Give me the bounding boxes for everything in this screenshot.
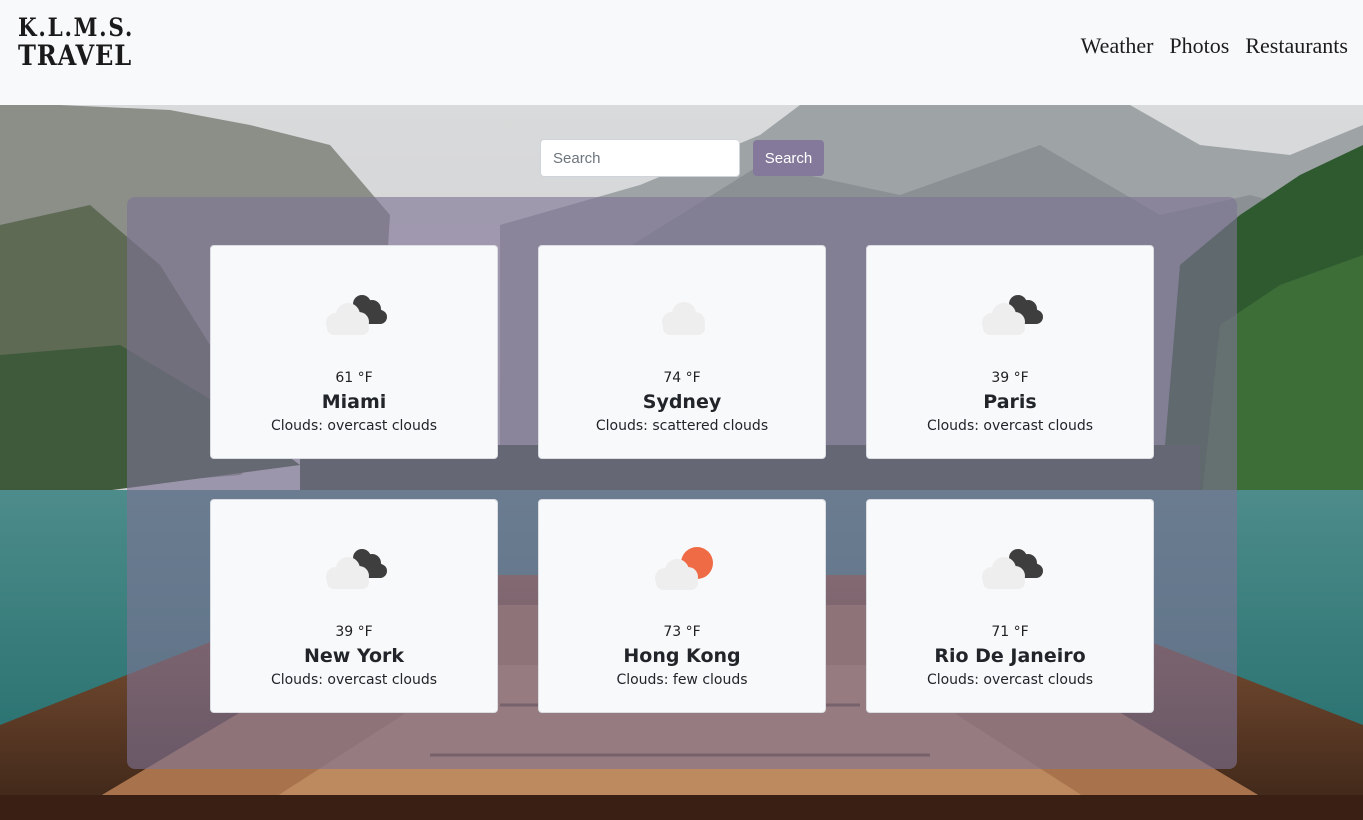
main-nav: Weather Photos Restaurants: [1081, 33, 1348, 59]
weather-panel: 61 °F Miami Clouds: overcast clouds 74 °…: [127, 197, 1237, 769]
nav-photos[interactable]: Photos: [1169, 33, 1229, 59]
card-description: Clouds: overcast clouds: [270, 672, 438, 688]
overcast-clouds-icon: [319, 545, 393, 595]
card-description: Clouds: scattered clouds: [595, 418, 769, 434]
card-city: Miami: [321, 391, 387, 413]
weather-card-paris[interactable]: 39 °F Paris Clouds: overcast clouds: [866, 245, 1154, 459]
navbar: K.L.M.S. TRAVEL Weather Photos Restauran…: [0, 0, 1363, 105]
weather-card-sydney[interactable]: 74 °F Sydney Clouds: scattered clouds: [538, 245, 826, 459]
card-city: Paris: [983, 391, 1037, 413]
card-description: Clouds: overcast clouds: [926, 672, 1094, 688]
nav-restaurants[interactable]: Restaurants: [1245, 33, 1348, 59]
card-description: Clouds: overcast clouds: [926, 418, 1094, 434]
card-temperature: 71 °F: [991, 624, 1029, 640]
card-city: Rio De Janeiro: [934, 645, 1086, 667]
few-clouds-icon: [647, 545, 721, 595]
weather-card-miami[interactable]: 61 °F Miami Clouds: overcast clouds: [210, 245, 498, 459]
card-temperature: 73 °F: [663, 624, 701, 640]
search-input[interactable]: [540, 139, 740, 177]
brand-logo[interactable]: K.L.M.S. TRAVEL: [18, 12, 153, 72]
weather-card-new-york[interactable]: 39 °F New York Clouds: overcast clouds: [210, 499, 498, 713]
search-button[interactable]: Search: [753, 140, 824, 176]
nav-weather[interactable]: Weather: [1081, 33, 1154, 59]
scattered-clouds-icon: [647, 291, 721, 341]
card-city: Hong Kong: [623, 645, 741, 667]
card-temperature: 39 °F: [991, 370, 1029, 386]
card-description: Clouds: few clouds: [616, 672, 748, 688]
weather-card-hong-kong[interactable]: 73 °F Hong Kong Clouds: few clouds: [538, 499, 826, 713]
card-description: Clouds: overcast clouds: [270, 418, 438, 434]
overcast-clouds-icon: [975, 545, 1049, 595]
card-temperature: 61 °F: [335, 370, 373, 386]
brand-line-2: TRAVEL: [18, 39, 132, 72]
card-city: Sydney: [642, 391, 722, 413]
overcast-clouds-icon: [975, 291, 1049, 341]
card-city: New York: [303, 645, 405, 667]
card-temperature: 39 °F: [335, 624, 373, 640]
card-temperature: 74 °F: [663, 370, 701, 386]
weather-card-rio-de-janeiro[interactable]: 71 °F Rio De Janeiro Clouds: overcast cl…: [866, 499, 1154, 713]
overcast-clouds-icon: [319, 291, 393, 341]
